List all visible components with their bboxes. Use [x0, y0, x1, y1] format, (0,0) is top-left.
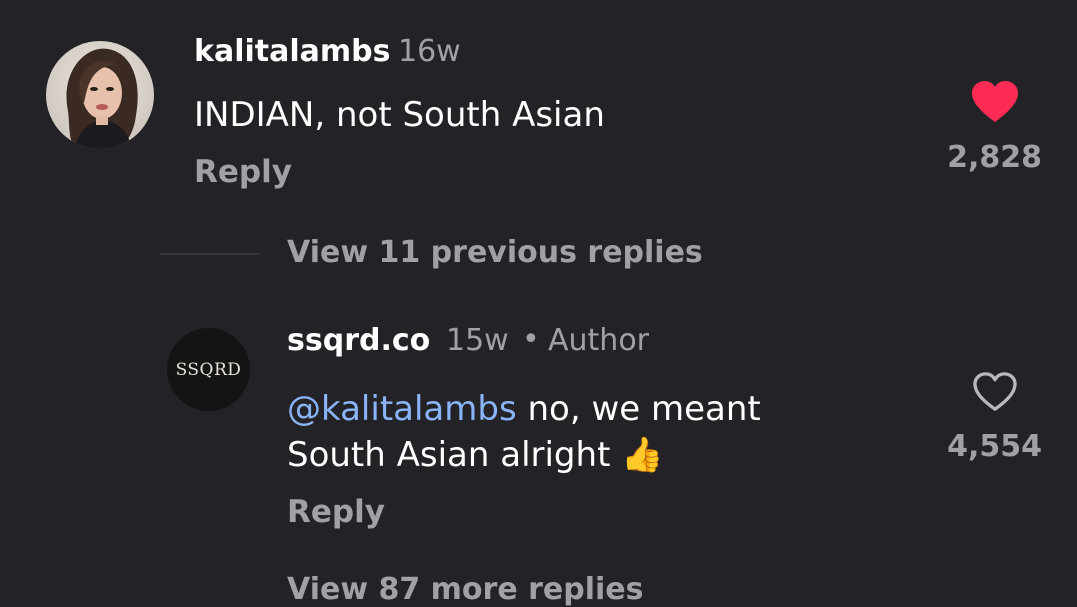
reply-button[interactable]: Reply — [194, 154, 292, 190]
meta-separator: • — [522, 322, 540, 357]
like-button[interactable] — [970, 80, 1020, 124]
avatar-image — [46, 41, 154, 149]
author-badge: Author — [548, 323, 650, 358]
reply-username[interactable]: ssqrd.co — [287, 323, 430, 358]
avatar-kalitalambs[interactable] — [46, 41, 154, 149]
reply-text-rest: no, we meant — [516, 389, 761, 429]
thread-divider — [160, 253, 260, 255]
comment-username[interactable]: kalitalambs — [194, 34, 390, 69]
reply-text-line2-content: South Asian alright — [287, 435, 611, 475]
reply-text-line2: South Asian alright 👍 — [287, 432, 664, 478]
brand-logo-text: SSQRD — [175, 359, 242, 380]
comment-time: 16w — [398, 34, 461, 69]
reply-text-line1: @kalitalambs no, we meant — [287, 386, 761, 432]
view-more-replies-button[interactable]: View 87 more replies — [287, 572, 644, 607]
heart-outline-icon — [973, 372, 1017, 411]
thumbs-up-icon: 👍 — [621, 435, 664, 475]
heart-filled-icon — [972, 81, 1018, 122]
like-button[interactable] — [971, 371, 1019, 413]
comment-text: INDIAN, not South Asian — [194, 95, 605, 135]
avatar-ssqrd[interactable]: SSQRD — [167, 328, 250, 411]
like-count: 2,828 — [947, 140, 1042, 175]
mention-link[interactable]: @kalitalambs — [287, 389, 517, 429]
like-count: 4,554 — [947, 429, 1042, 464]
reply-button[interactable]: Reply — [287, 494, 385, 530]
view-previous-replies-button[interactable]: View 11 previous replies — [287, 235, 703, 270]
reply-time: 15w — [446, 323, 509, 358]
